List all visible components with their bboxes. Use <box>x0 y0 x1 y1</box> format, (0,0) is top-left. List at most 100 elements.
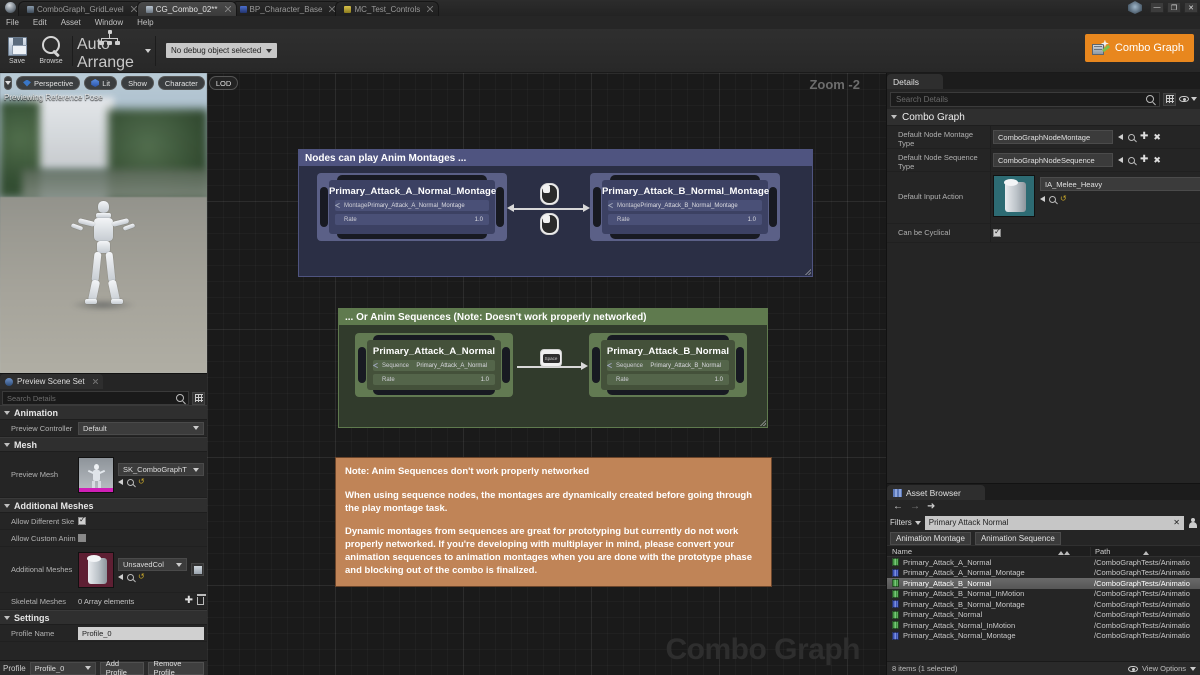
menu-item-asset[interactable]: Asset <box>61 18 81 27</box>
reset-icon[interactable]: ↺ <box>138 573 145 581</box>
close-icon[interactable] <box>93 379 98 384</box>
menu-item-file[interactable]: File <box>6 18 19 27</box>
reset-icon[interactable]: ↺ <box>138 478 145 486</box>
mouse-left-click-icon[interactable] <box>540 183 559 205</box>
reset-icon[interactable]: ↺ <box>1060 195 1067 203</box>
minimize-button[interactable]: — <box>1150 2 1164 13</box>
mouse-left-click-icon[interactable] <box>540 213 559 235</box>
close-icon[interactable] <box>225 6 231 12</box>
clear-icon[interactable]: ✖ <box>1153 156 1161 165</box>
add-array-element-icon[interactable]: ✚ <box>185 596 193 606</box>
resize-handle[interactable] <box>759 419 766 426</box>
use-selected-asset-icon[interactable] <box>1118 157 1123 163</box>
preview-mesh-thumbnail[interactable] <box>78 457 114 493</box>
combo-graph-mode-button[interactable]: Combo Graph <box>1085 34 1194 62</box>
browse-to-asset-icon[interactable] <box>1128 157 1135 164</box>
table-row[interactable]: Primary_Attack_Normal /ComboGraphTests/A… <box>887 610 1200 621</box>
window-tab-level[interactable]: ComboGraph_GridLevel <box>18 1 143 16</box>
graph-node-sequence-b[interactable]: Primary_Attack_B_Normal Sequence Primary… <box>589 333 747 397</box>
column-header-path[interactable]: Path <box>1090 547 1200 556</box>
use-selected-asset-icon[interactable] <box>118 574 123 580</box>
viewport-show-button[interactable]: Show <box>121 76 154 90</box>
add-profile-button[interactable]: Add Profile <box>100 662 144 675</box>
save-asset-button[interactable] <box>191 563 204 576</box>
add-icon[interactable]: ✚ <box>1140 155 1148 165</box>
chip-animation-sequence[interactable]: Animation Sequence <box>975 532 1061 545</box>
table-row[interactable]: Primary_Attack_A_Normal /ComboGraphTests… <box>887 557 1200 568</box>
browse-button[interactable]: Browse <box>34 30 68 72</box>
forward-icon[interactable]: → <box>910 502 920 512</box>
preview-mesh-dropdown[interactable]: SK_ComboGraphT <box>118 463 204 476</box>
window-tab-combo-graph[interactable]: CG_Combo_02** <box>137 1 237 16</box>
close-button[interactable]: ✕ <box>1184 2 1198 13</box>
table-row[interactable]: Primary_Attack_B_Normal_InMotion /ComboG… <box>887 589 1200 600</box>
viewport-lit-button[interactable]: Lit <box>84 76 117 90</box>
additional-meshes-thumbnail[interactable] <box>78 552 114 588</box>
details-section-combo-graph[interactable]: Combo Graph <box>887 109 1200 126</box>
preview-controller-dropdown[interactable]: Default <box>78 422 204 435</box>
graph-node-sequence-a[interactable]: Primary_Attack_A_Normal Sequence Primary… <box>355 333 513 397</box>
section-animation[interactable]: Animation <box>0 405 207 420</box>
combo-graph-canvas[interactable]: Zoom -2 Combo Graph Nodes can play Anim … <box>207 73 886 675</box>
window-tab-input-controls[interactable]: MC_Test_Controls <box>335 1 439 16</box>
browse-to-asset-icon[interactable] <box>127 574 134 581</box>
viewport-perspective-button[interactable]: Perspective <box>16 76 80 90</box>
can-be-cyclical-checkbox[interactable] <box>993 229 1001 237</box>
window-tab-blueprint[interactable]: BP_Character_Base <box>231 1 342 16</box>
clear-search-icon[interactable]: ✕ <box>1173 518 1180 527</box>
table-row[interactable]: Primary_Attack_A_Normal_Montage /ComboGr… <box>887 568 1200 579</box>
keyboard-space-icon[interactable]: Space <box>540 349 562 367</box>
filters-button[interactable]: Filters <box>890 518 921 527</box>
preview-viewport[interactable] <box>0 73 207 373</box>
auto-arrange-button[interactable]: Auto Arrange <box>77 30 143 72</box>
menu-item-edit[interactable]: Edit <box>33 18 47 27</box>
transition-line-montage[interactable] <box>513 208 585 210</box>
column-header-name[interactable]: Name <box>887 547 1090 556</box>
browse-to-asset-icon[interactable] <box>1049 196 1056 203</box>
pin-icon[interactable] <box>607 363 613 369</box>
browse-to-asset-icon[interactable] <box>1128 134 1135 141</box>
asset-search-input[interactable]: Primary Attack Normal ✕ <box>925 516 1184 530</box>
view-grid-button[interactable] <box>192 392 205 405</box>
graph-node-montage-b[interactable]: Primary_Attack_B_Normal_Montage Montage … <box>590 173 780 241</box>
pin-icon[interactable] <box>373 363 379 369</box>
search-input[interactable]: Search Details <box>890 92 1160 107</box>
default-node-montage-type-dropdown[interactable]: ComboGraphNodeMontage <box>993 130 1113 144</box>
use-selected-asset-icon[interactable] <box>1118 134 1123 140</box>
maximize-button[interactable]: ❐ <box>1167 2 1181 13</box>
clear-icon[interactable]: ✖ <box>1153 133 1161 142</box>
graph-node-montage-a[interactable]: Primary_Attack_A_Normal_Montage Montage … <box>317 173 507 241</box>
menu-item-window[interactable]: Window <box>95 18 123 27</box>
use-selected-asset-icon[interactable] <box>118 479 123 485</box>
table-row[interactable]: Primary_Attack_B_Normal_Montage /ComboGr… <box>887 599 1200 610</box>
browse-to-asset-icon[interactable] <box>127 479 134 486</box>
sync-to-asset-icon[interactable]: ➜ <box>927 502 935 512</box>
graph-note-box[interactable]: Note: Anim Sequences don't work properly… <box>335 457 772 587</box>
pin-icon[interactable] <box>608 203 614 209</box>
back-icon[interactable]: ← <box>893 502 903 512</box>
profile-dropdown[interactable]: Profile_0 <box>30 662 96 675</box>
add-icon[interactable]: ✚ <box>1140 132 1148 142</box>
resize-handle[interactable] <box>804 268 811 275</box>
section-additional-meshes[interactable]: Additional Meshes <box>0 498 207 513</box>
default-input-action-dropdown[interactable]: IA_Melee_Heavy <box>1040 177 1200 191</box>
viewport-character-button[interactable]: Character <box>158 76 205 90</box>
remove-profile-button[interactable]: Remove Profile <box>148 662 204 675</box>
view-options-button[interactable]: View Options <box>1128 664 1196 673</box>
close-icon[interactable] <box>427 6 433 12</box>
pin-icon[interactable] <box>335 203 341 209</box>
menu-item-help[interactable]: Help <box>137 18 153 27</box>
tab-preview-scene-settings[interactable]: Preview Scene Set <box>0 374 103 389</box>
viewport-lod-button[interactable]: LOD <box>209 76 238 90</box>
user-icon[interactable] <box>1188 518 1197 528</box>
allow-custom-animation-checkbox[interactable] <box>78 534 86 542</box>
chevron-down-icon[interactable] <box>145 49 151 53</box>
input-action-thumbnail[interactable] <box>993 175 1035 217</box>
table-row[interactable]: Primary_Attack_Normal_InMotion /ComboGra… <box>887 620 1200 631</box>
additional-meshes-dropdown[interactable]: UnsavedCol <box>118 558 187 571</box>
debug-object-dropdown[interactable]: No debug object selected <box>166 43 277 58</box>
search-input[interactable]: Search Details <box>2 391 189 405</box>
delete-array-icon[interactable] <box>197 597 204 605</box>
table-row[interactable]: Primary_Attack_Normal_Montage /ComboGrap… <box>887 631 1200 642</box>
default-node-sequence-type-dropdown[interactable]: ComboGraphNodeSequence <box>993 153 1113 167</box>
